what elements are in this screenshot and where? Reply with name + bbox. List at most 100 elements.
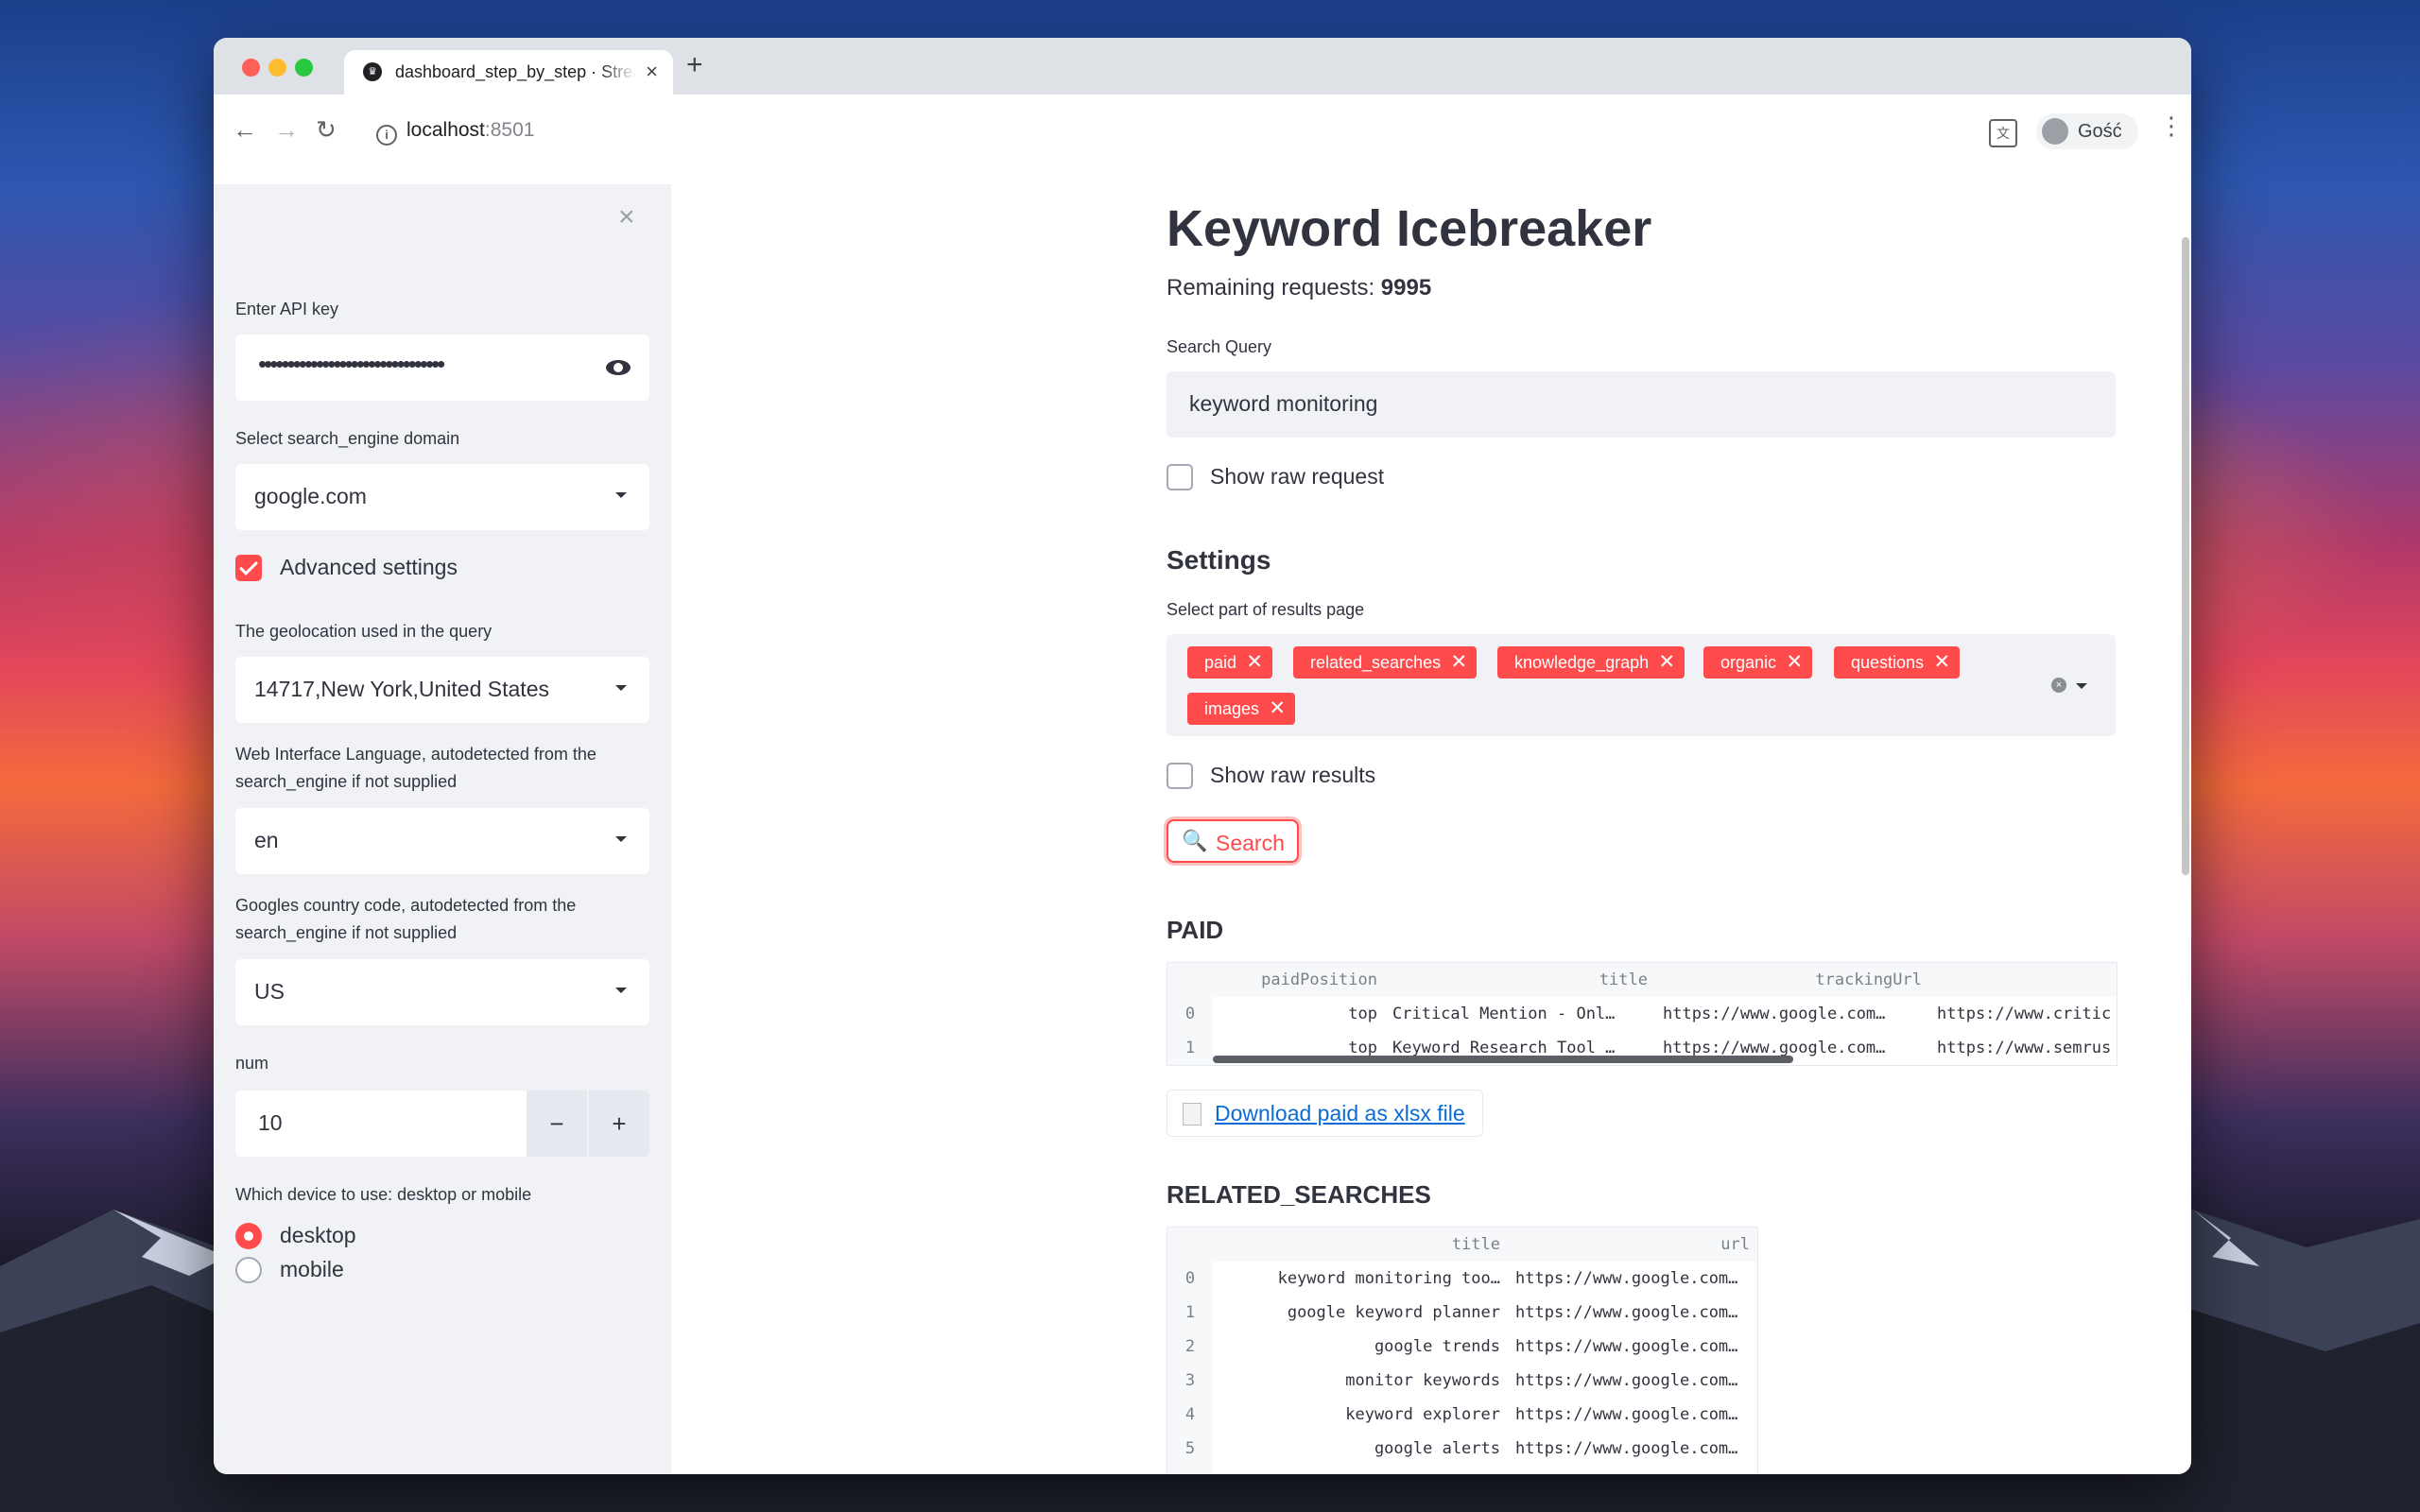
remove-tag-icon[interactable]: ✕: [1246, 646, 1263, 679]
table-cell: https://www.google.com…: [1663, 1005, 1886, 1023]
remove-tag-icon[interactable]: ✕: [1786, 646, 1803, 679]
page-scrollbar[interactable]: [2182, 237, 2189, 875]
api-key-value: ••••••••••••••••••••••••••••••••: [258, 350, 445, 378]
show-password-eye-icon[interactable]: [606, 360, 631, 375]
row-index: 3: [1167, 1364, 1213, 1398]
column-header[interactable]: destinat: [1929, 963, 2117, 997]
clear-all-icon[interactable]: ×: [2051, 678, 2066, 693]
url-host: localhost: [406, 119, 485, 141]
column-header[interactable]: trackingUrl: [1655, 963, 1929, 997]
show-raw-request-checkbox[interactable]: [1167, 464, 1193, 490]
table-cell: keyword monitoring too…: [1277, 1269, 1500, 1288]
download-paid-button[interactable]: Download paid as xlsx file: [1167, 1090, 1483, 1137]
download-paid-link[interactable]: Download paid as xlsx file: [1215, 1091, 1465, 1136]
column-header[interactable]: url: [1508, 1228, 1757, 1262]
reload-icon[interactable]: ↻: [316, 115, 337, 145]
table-row[interactable]: 0 top Critical Mention - Onl… https://www.g…: [1167, 997, 2117, 1031]
search-button[interactable]: 🔍 Search: [1167, 819, 1299, 863]
tag-knowledge-graph[interactable]: knowledge_graph ✕: [1497, 646, 1685, 679]
device-radio-desktop[interactable]: [235, 1223, 262, 1249]
address-toolbar: ← → ↻ i localhost:8501 文 Gość ⋮: [214, 94, 2191, 241]
browser-tab[interactable]: ♛ dashboard_step_by_step · Streamlit ×: [344, 50, 673, 94]
table-row[interactable]: 4 keyword explorer https://www.google.com…: [1167, 1398, 1757, 1432]
close-sidebar-icon[interactable]: ×: [618, 201, 635, 233]
magnifier-icon: 🔍: [1182, 829, 1208, 852]
tag-paid[interactable]: paid ✕: [1187, 646, 1273, 679]
maximize-window-button[interactable]: [295, 59, 313, 77]
forward-icon[interactable]: →: [274, 115, 299, 145]
parts-multiselect[interactable]: paid ✕ related_searches ✕ knowledge_graph ✕…: [1167, 634, 2116, 736]
file-icon: [1183, 1103, 1201, 1125]
horizontal-scrollbar[interactable]: [1213, 1056, 1793, 1063]
related-searches-heading: RELATED_SEARCHES: [1167, 1180, 1431, 1209]
tag-related-searches[interactable]: related_searches ✕: [1293, 646, 1478, 679]
table-row[interactable]: 6keyword tracking toolshttps://www.googl…: [1167, 1466, 1757, 1474]
num-decrement-button[interactable]: −: [527, 1091, 587, 1157]
language-select[interactable]: en: [235, 808, 649, 874]
chevron-down-icon[interactable]: [2076, 683, 2087, 689]
advanced-settings-checkbox[interactable]: [235, 555, 262, 581]
main-area: Keyword Icebreaker Remaining requests: 9…: [671, 184, 2191, 1474]
menu-kebab-icon[interactable]: ⋮: [2159, 112, 2184, 141]
remove-tag-icon[interactable]: ✕: [1933, 646, 1950, 679]
country-select[interactable]: US: [235, 959, 649, 1025]
tag-organic[interactable]: organic ✕: [1703, 646, 1813, 679]
table-row[interactable]: 3 monitor keywords https://www.google.com…: [1167, 1364, 1757, 1398]
table-cell: https://www.critic: [1937, 1005, 2112, 1023]
row-index: 6: [1167, 1466, 1213, 1474]
device-radio-mobile[interactable]: [235, 1257, 262, 1283]
domain-select[interactable]: google.com: [235, 464, 649, 530]
paid-dataframe[interactable]: paidPositiontitletrackingUrldestinat0top…: [1167, 962, 2118, 1066]
address-bar[interactable]: localhost:8501: [406, 119, 534, 142]
table-row[interactable]: 5 google alerts https://www.google.com…: [1167, 1432, 1757, 1466]
search-query-input[interactable]: keyword monitoring: [1167, 371, 2116, 438]
remove-tag-icon[interactable]: ✕: [1269, 693, 1286, 725]
column-header[interactable]: title: [1213, 1228, 1508, 1262]
info-icon[interactable]: i: [376, 125, 397, 146]
table-row[interactable]: 1 google keyword planner https://www.googl…: [1167, 1296, 1757, 1330]
chevron-down-icon: [615, 492, 627, 498]
column-header[interactable]: title: [1385, 963, 1655, 997]
table-cell: https://www.google.com…: [1508, 1466, 1757, 1474]
num-increment-button[interactable]: +: [589, 1091, 649, 1157]
remove-tag-icon[interactable]: ✕: [1450, 646, 1467, 679]
table-row[interactable]: 0 keyword monitoring too… https://www.goog…: [1167, 1262, 1757, 1296]
show-raw-results-label: Show raw results: [1210, 763, 1376, 787]
profile-button[interactable]: Gość: [2036, 113, 2138, 149]
num-input[interactable]: 10: [235, 1091, 527, 1157]
tag-questions[interactable]: questions ✕: [1834, 646, 1961, 679]
related-searches-dataframe[interactable]: title url 0 keyword monitoring too… https://…: [1167, 1227, 1758, 1474]
url-port: :8501: [484, 119, 535, 141]
table-row[interactable]: 2 google trends https://www.google.com…: [1167, 1330, 1757, 1364]
api-key-input[interactable]: ••••••••••••••••••••••••••••••••: [235, 335, 649, 401]
new-tab-icon[interactable]: +: [686, 49, 703, 81]
translate-icon[interactable]: 文: [1989, 119, 2017, 147]
table-cell: Critical Mention - Onl…: [1392, 1005, 1616, 1023]
tag-images[interactable]: images ✕: [1187, 693, 1296, 725]
geolocation-select[interactable]: 14717,New York,United States: [235, 657, 649, 723]
show-raw-results-checkbox[interactable]: [1167, 763, 1193, 789]
row-index: 2: [1167, 1330, 1213, 1364]
tag-label: related_searches: [1310, 653, 1442, 672]
num-value: 10: [258, 1110, 283, 1135]
device-option-desktop: desktop: [280, 1223, 356, 1247]
streamlit-favicon-icon: ♛: [363, 62, 382, 81]
table-cell: https://www.google.com…: [1515, 1405, 1738, 1424]
search-query-value: keyword monitoring: [1189, 391, 1378, 416]
close-window-button[interactable]: [242, 59, 260, 77]
row-index: 0: [1167, 997, 1213, 1031]
column-header[interactable]: paidPosition: [1213, 963, 1385, 997]
table-cell: https://www.semrus: [1937, 1039, 2112, 1057]
row-index: 1: [1167, 1031, 1213, 1065]
back-icon[interactable]: ←: [233, 115, 257, 145]
remove-tag-icon[interactable]: ✕: [1659, 646, 1676, 679]
domain-label: Select search_engine domain: [235, 429, 460, 448]
minimize-window-button[interactable]: [268, 59, 286, 77]
country-label: Googles country code, autodetected from …: [235, 896, 577, 942]
profile-avatar-icon: [2042, 118, 2068, 145]
chevron-down-icon: [615, 836, 627, 842]
table-cell: https://www.google.com…: [1515, 1269, 1738, 1288]
close-tab-icon[interactable]: ×: [646, 60, 658, 84]
page-title: Keyword Icebreaker: [1167, 200, 1652, 257]
table-header-row: paidPositiontitletrackingUrldestinat: [1167, 963, 2117, 997]
